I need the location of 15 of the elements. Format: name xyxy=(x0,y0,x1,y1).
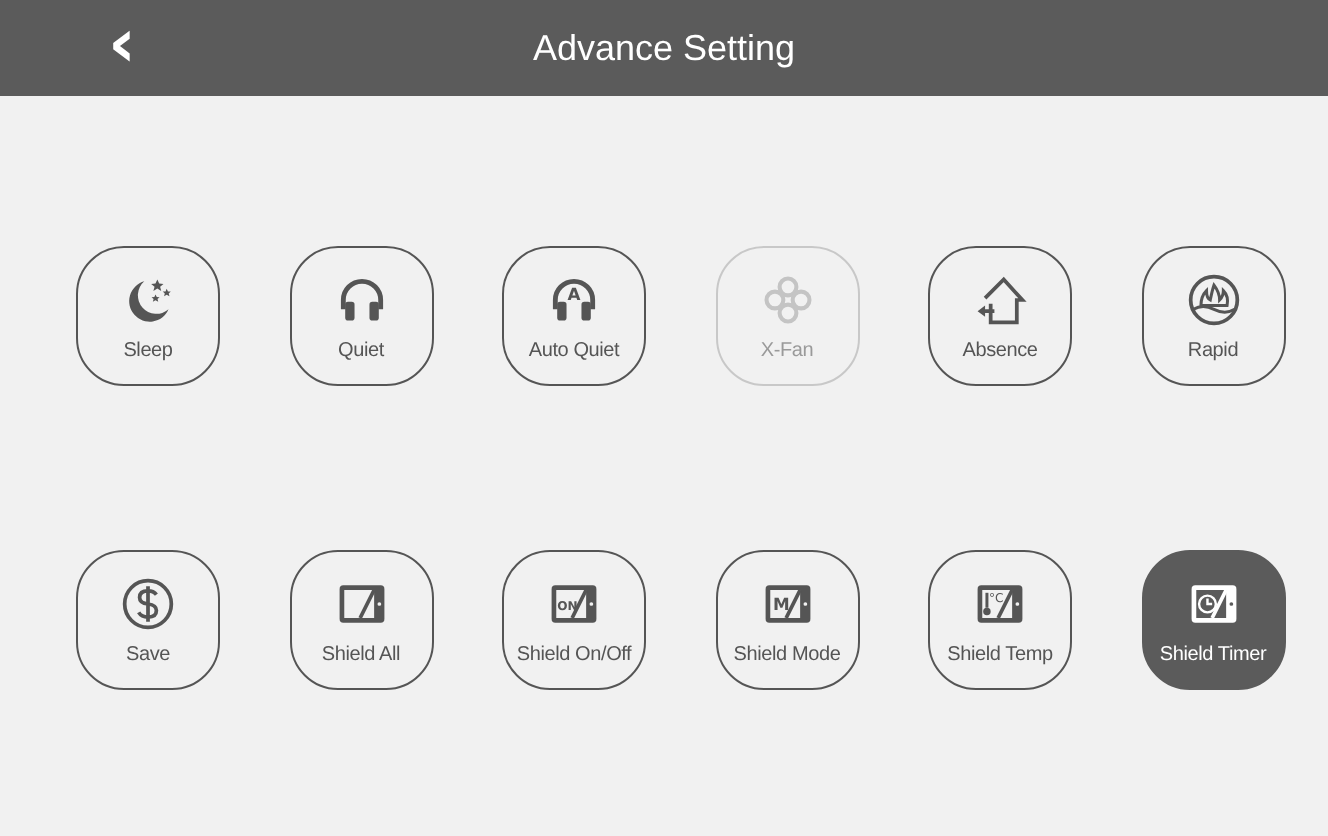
dollar-icon xyxy=(120,575,176,631)
setting-button[interactable]: M Shield Mode xyxy=(715,550,859,690)
setting-button[interactable]: Shield Timer xyxy=(1141,550,1285,690)
setting-button[interactable]: Sleep xyxy=(76,246,220,386)
back-button[interactable]: ‹ xyxy=(96,8,149,80)
setting-button[interactable]: Rapid xyxy=(1141,246,1285,386)
flame-icon xyxy=(1185,271,1241,327)
house-icon xyxy=(972,271,1028,327)
setting-button[interactable]: Absence xyxy=(928,246,1072,386)
setting-button[interactable]: Quiet xyxy=(289,246,433,386)
fan-icon xyxy=(759,271,815,327)
setting-button[interactable]: Save xyxy=(76,550,220,690)
setting-button[interactable]: A Auto Quiet xyxy=(502,246,646,386)
screen-title: Advance Setting xyxy=(532,27,796,69)
setting-button[interactable]: Shield All xyxy=(289,550,433,690)
